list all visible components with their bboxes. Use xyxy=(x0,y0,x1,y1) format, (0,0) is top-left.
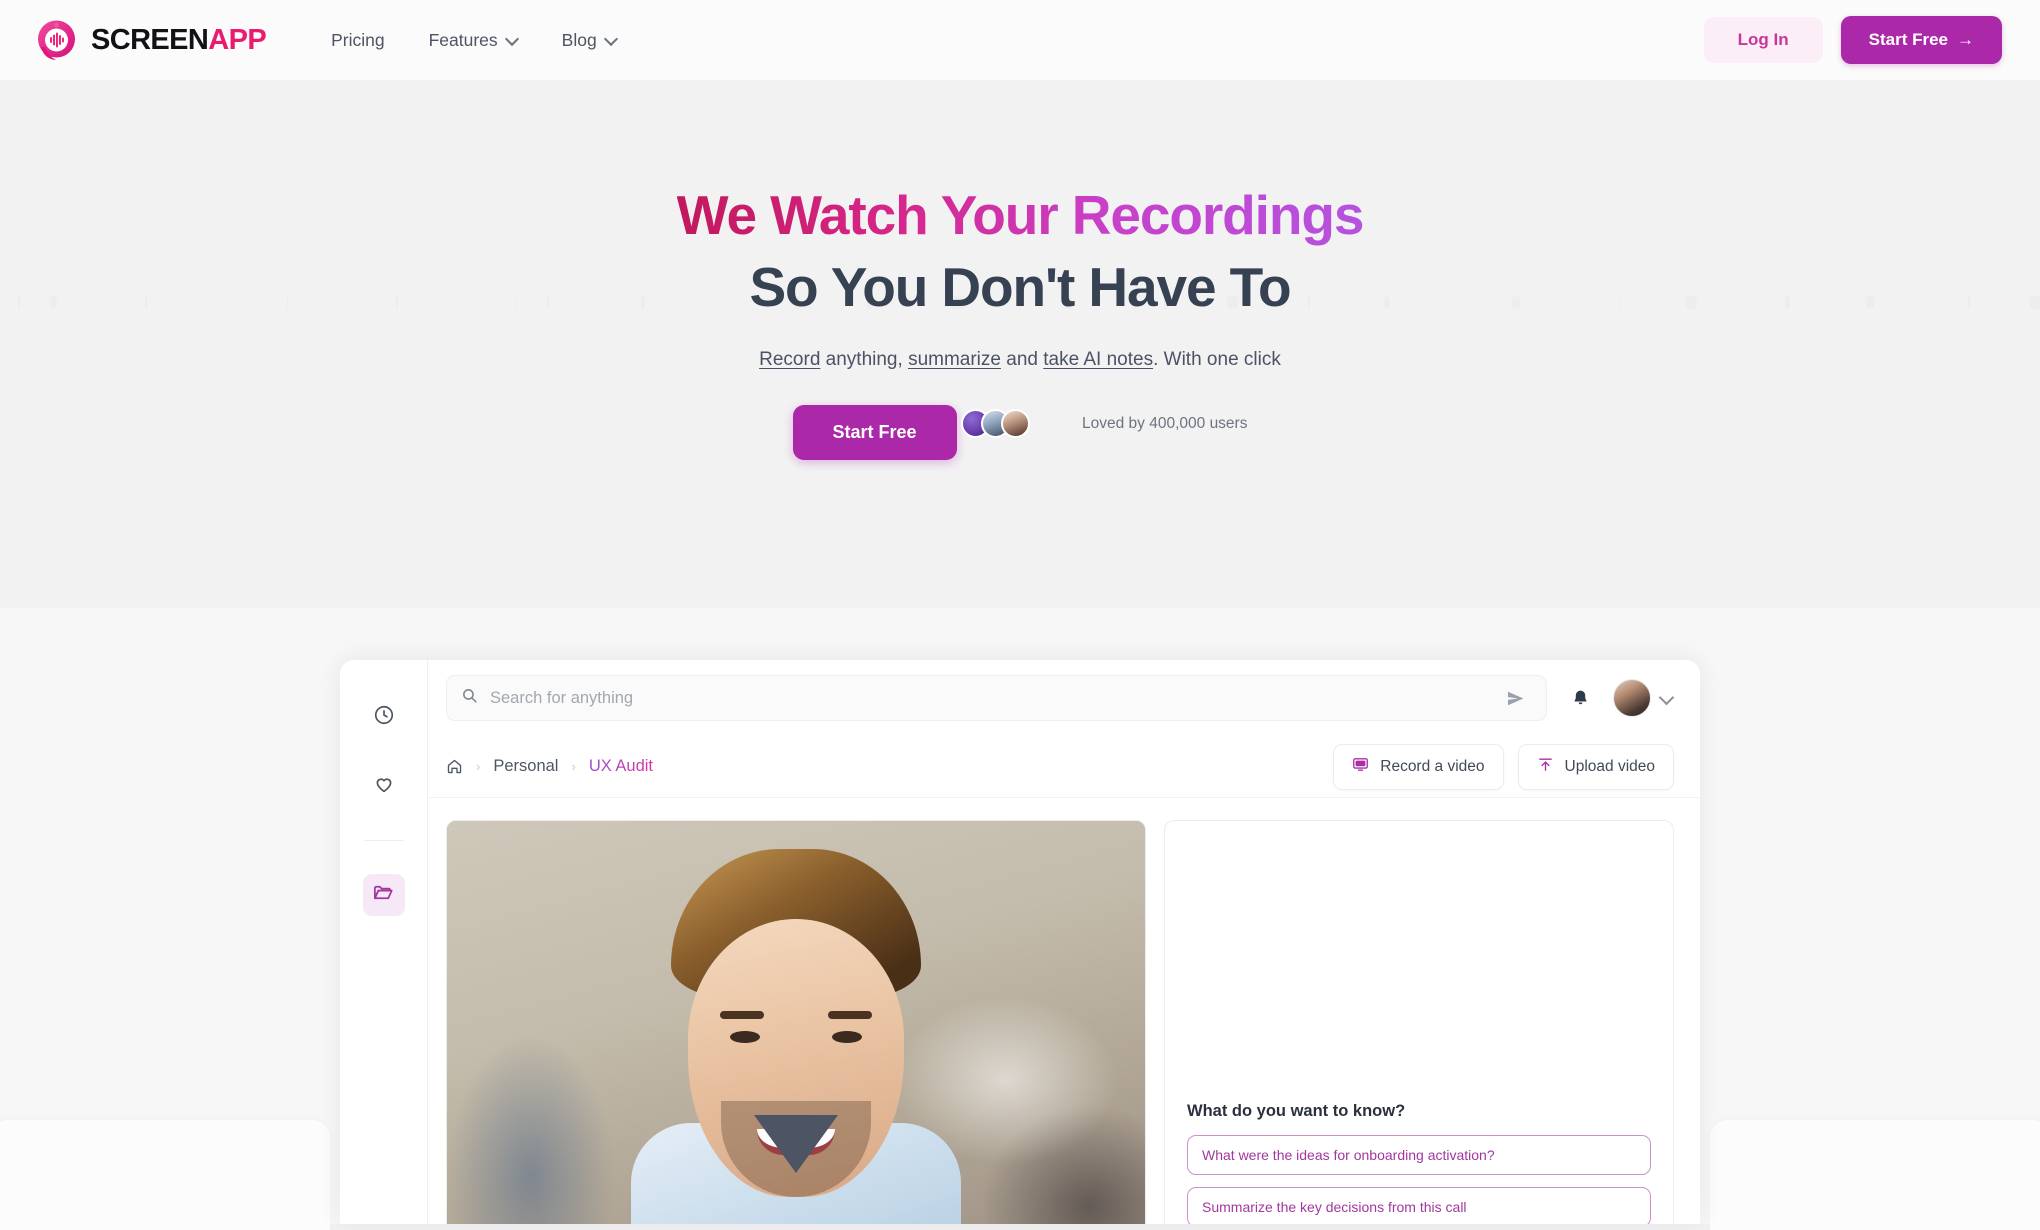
log-in-button[interactable]: Log In xyxy=(1703,17,1823,63)
sidebar-item-folders[interactable] xyxy=(362,874,405,916)
search-input-placeholder: Search for anything xyxy=(490,688,634,707)
decorative-side-card-right xyxy=(1710,1120,2040,1230)
hero-link-record[interactable]: Record xyxy=(759,349,820,370)
site-header: SCREEN APP Pricing Features Blog Log In S… xyxy=(0,0,2040,80)
home-icon xyxy=(446,758,463,775)
monitor-record-icon xyxy=(1352,756,1369,778)
nav-item-pricing-label: Pricing xyxy=(331,29,385,50)
app-main: Search for anything › Personal › UX Audi… xyxy=(428,660,1700,1224)
hero-subtitle-text-3: . With one click xyxy=(1153,349,1281,371)
video-subject-eye xyxy=(730,1031,760,1043)
breadcrumb-separator: › xyxy=(476,759,481,774)
brand-logo[interactable]: SCREEN APP xyxy=(33,17,267,64)
screenapp-waveform-logo-icon xyxy=(33,17,80,64)
send-icon[interactable] xyxy=(1498,681,1532,715)
ai-assistant-panel: What do you want to know? What were the … xyxy=(1164,820,1674,1224)
app-sidebar xyxy=(340,660,428,1224)
hero-subtitle-text-1: anything, xyxy=(820,349,909,371)
main-navigation: Pricing Features Blog xyxy=(309,20,639,61)
app-preview-mockup: Search for anything › Personal › UX Audi… xyxy=(340,660,1700,1224)
brand-wordmark-screen: SCREEN xyxy=(91,23,209,56)
header-actions: Log In Start Free → xyxy=(1703,16,2002,64)
record-a-video-label: Record a video xyxy=(1380,757,1485,775)
hero-subtitle: Record anything, summarize and take AI n… xyxy=(0,349,2040,371)
bell-icon[interactable] xyxy=(1563,681,1597,715)
app-content: What do you want to know? What were the … xyxy=(428,798,1700,1224)
breadcrumb-row: › Personal › UX Audit Record a video Upl… xyxy=(428,736,1700,798)
ai-panel-title: What do you want to know? xyxy=(1187,1102,1406,1120)
hero-link-take-ai-notes[interactable]: take AI notes xyxy=(1043,349,1153,370)
record-a-video-button[interactable]: Record a video xyxy=(1333,743,1504,790)
user-menu[interactable] xyxy=(1613,679,1674,717)
ai-suggestion-chip[interactable]: What were the ideas for onboarding activ… xyxy=(1187,1135,1651,1175)
sidebar-item-favorites[interactable] xyxy=(363,765,405,807)
page-title: We Watch Your Recordings So You Don't Ha… xyxy=(0,184,2040,318)
breadcrumb-home[interactable] xyxy=(446,758,463,775)
clock-icon xyxy=(373,704,395,731)
hero-heading-line2: So You Don't Have To xyxy=(749,255,1291,318)
hero-content: We Watch Your Recordings So You Don't Ha… xyxy=(0,80,2040,461)
upload-video-button[interactable]: Upload video xyxy=(1517,743,1674,790)
decorative-side-card-left xyxy=(0,1120,330,1230)
hero-section: We Watch Your Recordings So You Don't Ha… xyxy=(0,80,2040,608)
video-subject-brow xyxy=(720,1011,764,1019)
breadcrumb: › Personal › UX Audit xyxy=(446,757,653,776)
upload-icon xyxy=(1537,756,1554,778)
breadcrumb-separator: › xyxy=(571,759,576,774)
hero-link-summarize[interactable]: summarize xyxy=(908,349,1001,370)
video-subject xyxy=(631,833,961,1224)
brand-wordmark: SCREEN APP xyxy=(91,23,267,56)
video-subject-eye xyxy=(832,1031,862,1043)
social-proof: Loved by 400,000 users xyxy=(961,409,1248,439)
heart-icon xyxy=(373,773,395,800)
chevron-down-icon xyxy=(1660,691,1674,705)
search-icon xyxy=(461,687,478,709)
nav-item-pricing[interactable]: Pricing xyxy=(309,20,407,61)
sidebar-item-recent[interactable] xyxy=(363,696,405,738)
start-free-hero-button[interactable]: Start Free xyxy=(792,405,957,461)
arrow-right-icon: → xyxy=(1957,30,1974,49)
start-free-header-button[interactable]: Start Free → xyxy=(1840,16,2002,64)
chevron-down-icon xyxy=(507,33,518,44)
ai-suggestion-chip[interactable]: Summarize the key decisions from this ca… xyxy=(1187,1187,1651,1224)
nav-item-features[interactable]: Features xyxy=(407,20,540,61)
folder-icon xyxy=(372,881,395,909)
breadcrumb-item-personal[interactable]: Personal xyxy=(493,757,558,776)
video-thumbnail[interactable] xyxy=(446,820,1146,1224)
breadcrumb-item-ux-audit[interactable]: UX Audit xyxy=(589,757,653,776)
hero-heading-line1: We Watch Your Recordings xyxy=(676,184,1365,246)
upload-video-label: Upload video xyxy=(1564,757,1655,775)
hero-subtitle-text-2: and xyxy=(1000,349,1044,371)
start-free-header-label: Start Free xyxy=(1868,30,1948,49)
breadcrumb-actions: Record a video Upload video xyxy=(1333,743,1674,790)
ai-assistant-content: What do you want to know? What were the … xyxy=(1187,1102,1651,1224)
avatar xyxy=(1001,409,1031,439)
sidebar-divider xyxy=(363,840,404,841)
brand-wordmark-app: APP xyxy=(208,23,267,56)
chevron-down-icon xyxy=(606,33,617,44)
nav-item-features-label: Features xyxy=(428,29,498,50)
avatar-group xyxy=(961,409,1031,439)
video-subject-brow xyxy=(828,1011,872,1019)
nav-item-blog-label: Blog xyxy=(561,29,597,50)
search-input[interactable]: Search for anything xyxy=(446,675,1547,721)
nav-item-blog[interactable]: Blog xyxy=(540,20,639,61)
social-proof-label: Loved by 400,000 users xyxy=(1082,414,1248,432)
app-topbar: Search for anything xyxy=(428,660,1700,736)
avatar xyxy=(1613,679,1651,717)
